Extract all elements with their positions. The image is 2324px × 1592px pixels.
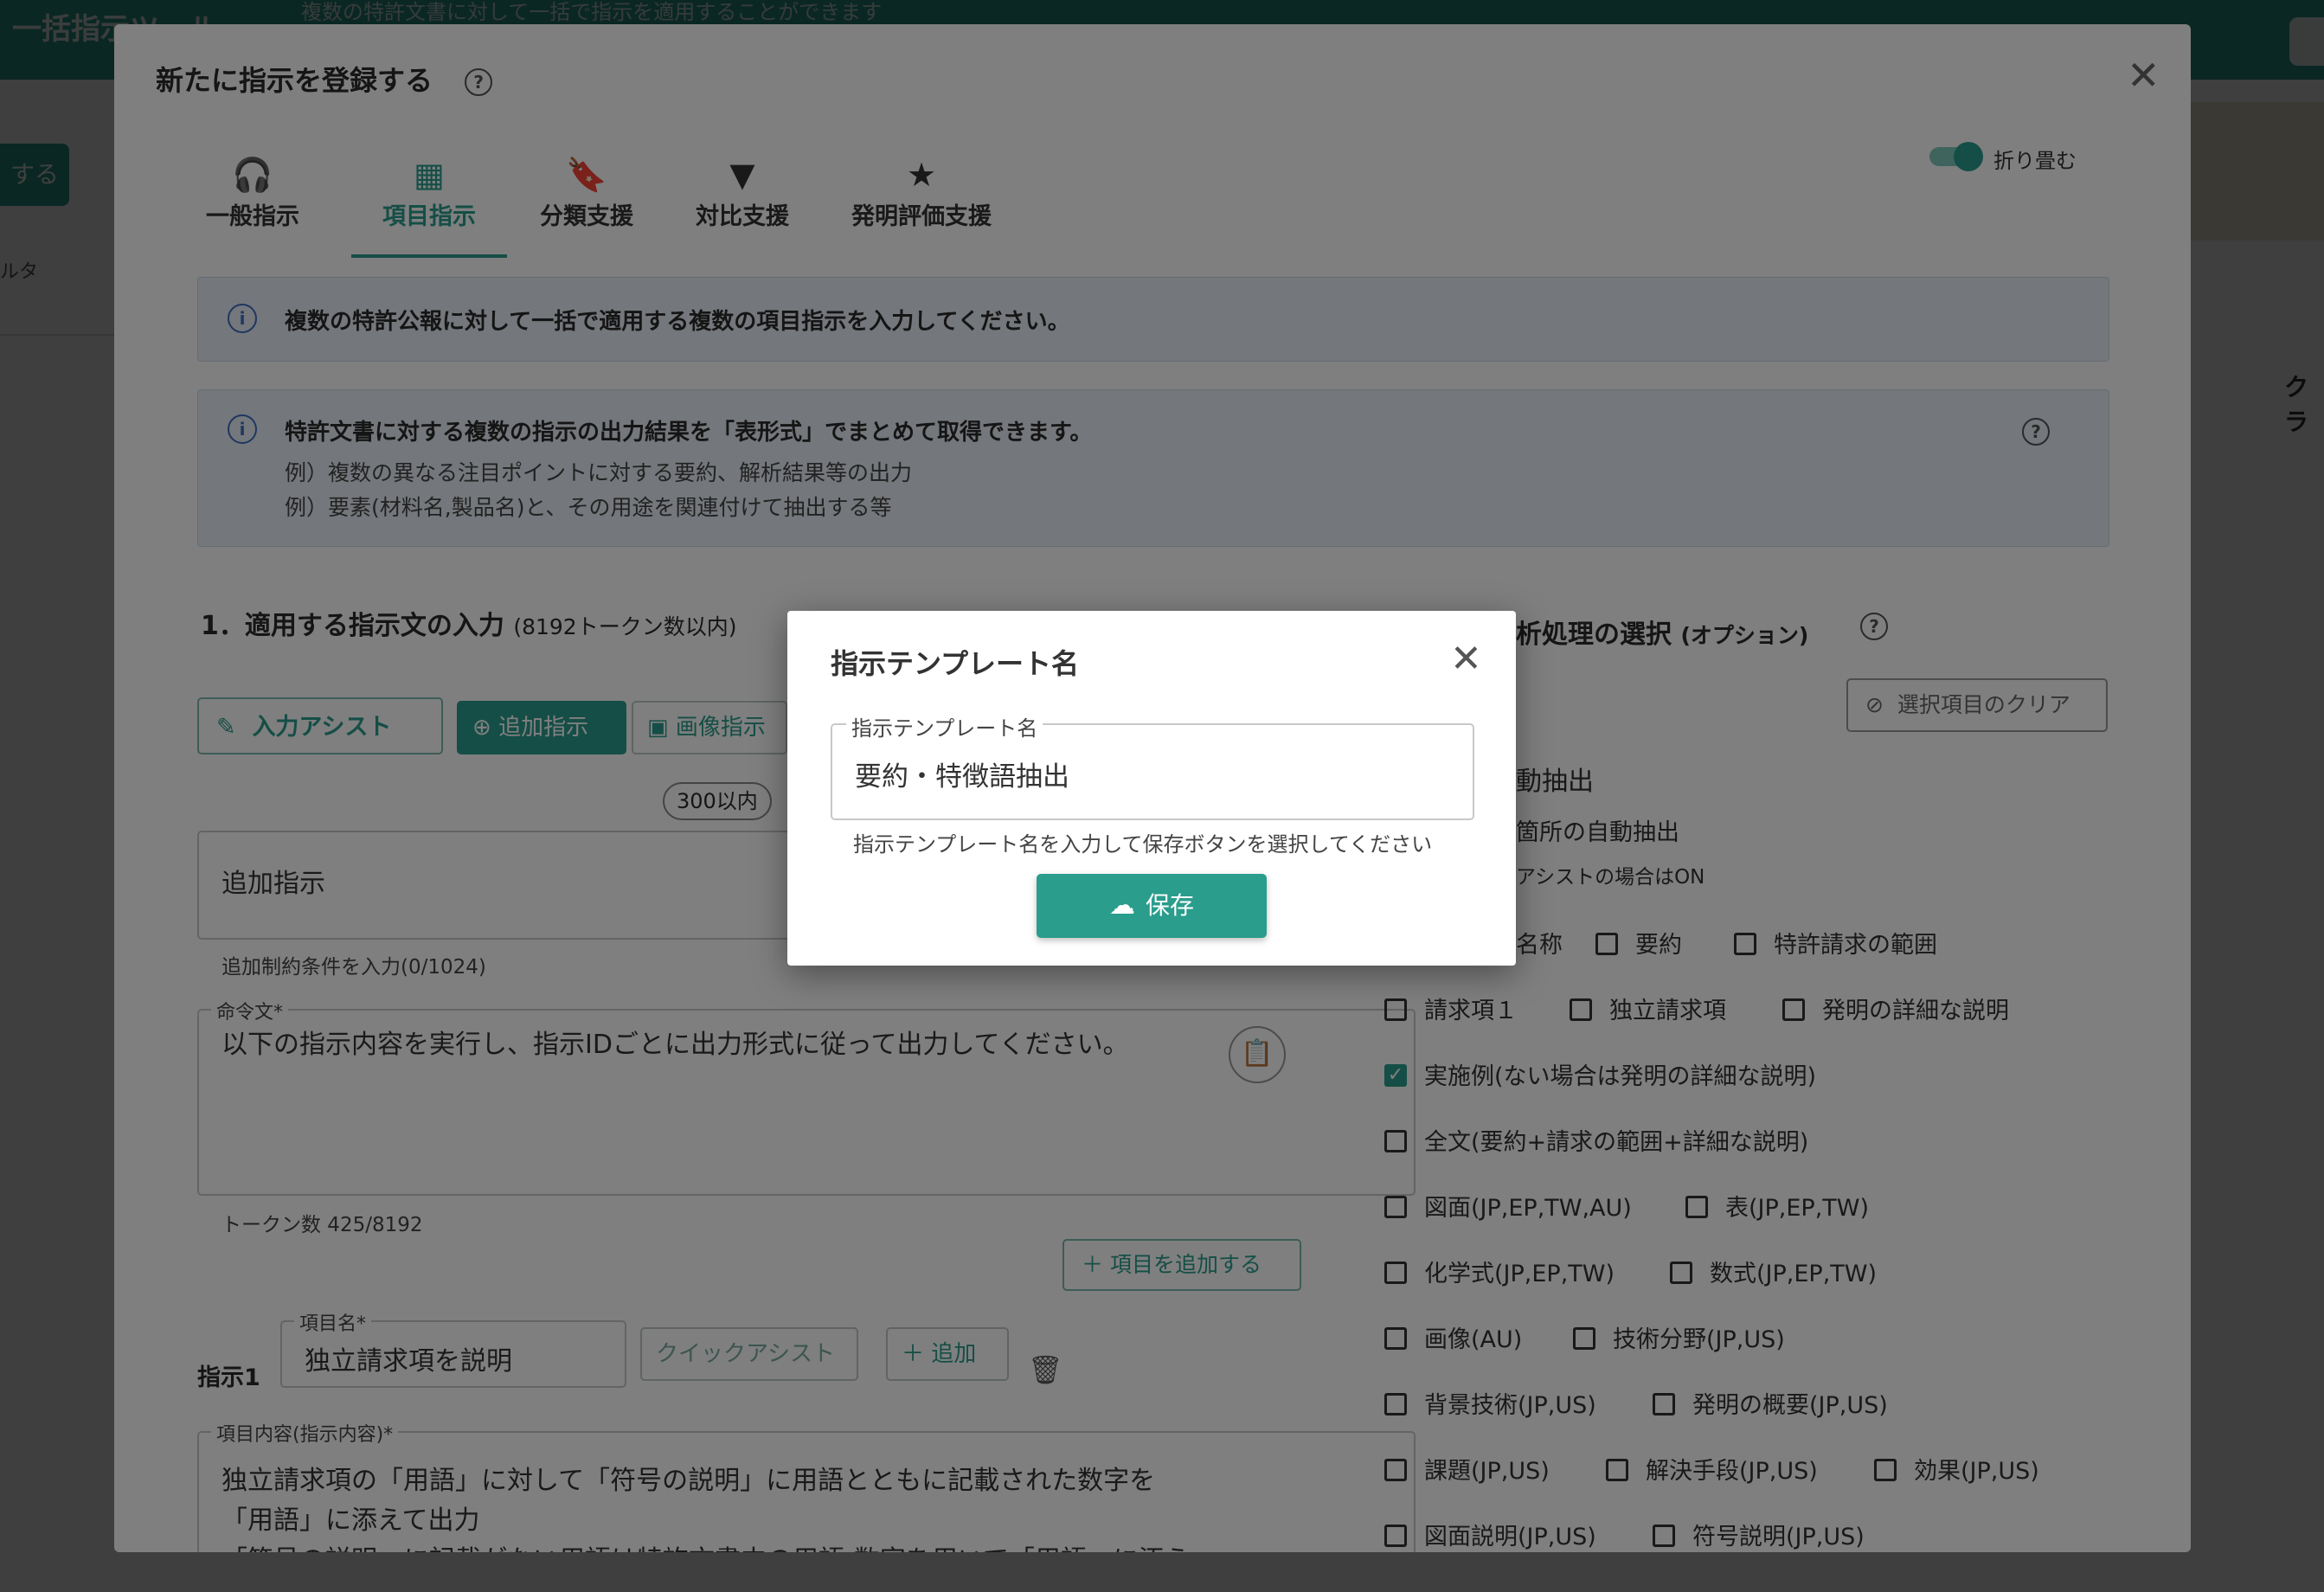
dialog-title: 指示テンプレート名: [831, 647, 1080, 680]
dialog-helper: 指示テンプレート名を入力して保存ボタンを選択してください: [853, 832, 1433, 857]
template-name-dialog: 指示テンプレート名 ✕ 指示テンプレート名 要約・特徴語抽出 指示テンプレート名…: [787, 611, 1516, 966]
save-button[interactable]: ☁ 保存: [1037, 874, 1267, 938]
template-name-input[interactable]: 指示テンプレート名 要約・特徴語抽出: [831, 711, 1474, 820]
field-label: 指示テンプレート名: [846, 711, 1043, 741]
close-icon[interactable]: ✕: [1450, 637, 1482, 681]
cloud-upload-icon: ☁: [1108, 890, 1135, 921]
button-label: 保存: [1145, 891, 1194, 920]
field-value: 要約・特徴語抽出: [855, 761, 1069, 793]
